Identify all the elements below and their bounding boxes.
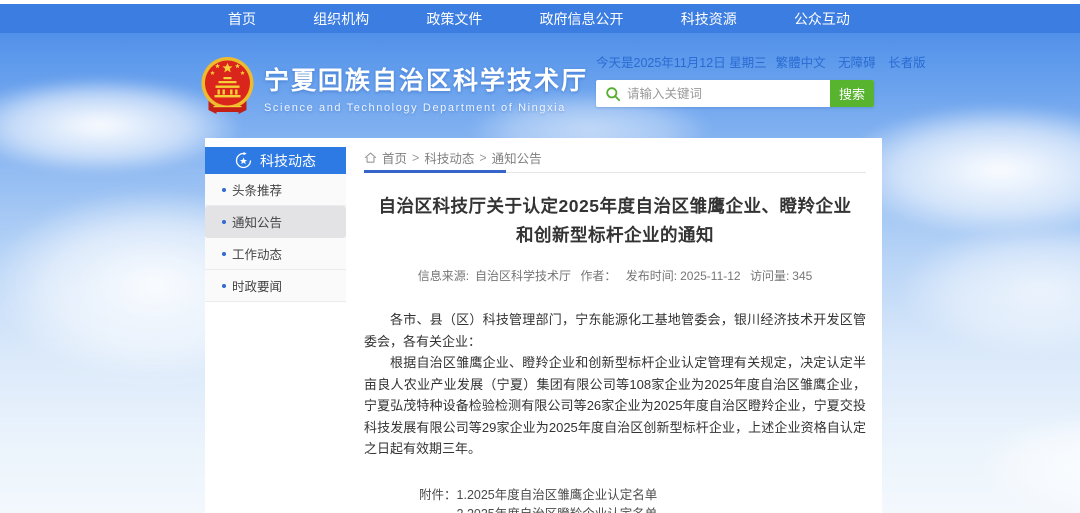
site-title: 宁夏回族自治区科学技术厅 [264, 61, 588, 97]
content-panel: 科技动态 头条推荐 通知公告 工作动态 时政要闻 [205, 138, 882, 513]
attachments: 附件： 1.2025年度自治区雏鹰企业认定名单 2.2025年度自治区瞪羚企业认… [419, 486, 866, 513]
breadcrumb-divider-accent [364, 170, 506, 173]
attachments-label: 附件： [419, 486, 457, 513]
national-emblem-icon [200, 56, 255, 118]
meta-source-label: 信息来源: [418, 269, 469, 283]
bullet-icon [222, 284, 226, 288]
meta-author-label: 作者： [580, 269, 616, 283]
link-senior-version[interactable]: 长者版 [888, 56, 926, 70]
sidebar-menu: 头条推荐 通知公告 工作动态 时政要闻 [205, 174, 346, 302]
sidebar-title: 科技动态 [260, 151, 316, 171]
search-button[interactable]: 搜索 [830, 80, 874, 107]
breadcrumb-tech-news[interactable]: 科技动态 [424, 148, 474, 167]
link-accessibility[interactable]: 无障碍 [838, 56, 876, 70]
meta-time: 2025-11-12 [680, 269, 741, 283]
nav-item-government-info[interactable]: 政府信息公开 [540, 9, 624, 29]
breadcrumb-home[interactable]: 首页 [382, 148, 407, 167]
article-title-line1: 自治区科技厅关于认定2025年度自治区雏鹰企业、瞪羚企业 [379, 196, 852, 216]
article-area: 首页 > 科技动态 > 通知公告 自治区科技厅关于认定2025年度自治区雏鹰企业… [346, 138, 882, 513]
sidebar-header: 科技动态 [205, 147, 346, 174]
site-subtitle: Science and Technology Department of Nin… [264, 102, 588, 114]
breadcrumb-separator: > [479, 151, 486, 165]
search-input[interactable] [627, 80, 830, 107]
breadcrumb-divider [364, 172, 866, 173]
article-meta: 信息来源: 自治区科学技术厅 作者： 发布时间:2025-11-12 访问量:34… [364, 267, 866, 284]
current-date: 今天是2025年11月12日 星期三 [596, 52, 767, 71]
bullet-icon [222, 188, 226, 192]
breadcrumb: 首页 > 科技动态 > 通知公告 [364, 149, 866, 166]
sidebar-item-label: 时政要闻 [232, 276, 282, 295]
link-traditional-chinese[interactable]: 繁體中文 [776, 56, 826, 70]
sidebar: 科技动态 头条推荐 通知公告 工作动态 时政要闻 [205, 138, 346, 513]
bullet-icon [222, 220, 226, 224]
nav-item-policy-documents[interactable]: 政策文件 [426, 9, 482, 29]
search-icon [596, 86, 627, 102]
nav-items: 首页 组织机构 政策文件 政府信息公开 科技资源 公众互动 [228, 4, 850, 33]
attachment-link-1[interactable]: 1.2025年度自治区雏鹰企业认定名单 [457, 486, 695, 505]
paragraph: 根据自治区雏鹰企业、瞪羚企业和创新型标杆企业认定管理有关规定，决定认定半亩良人农… [364, 352, 866, 460]
attachments-list: 1.2025年度自治区雏鹰企业认定名单 2.2025年度自治区瞪羚企业认定名单 … [457, 486, 695, 513]
article-body: 各市、县（区）科技管理部门，宁东能源化工基地管委会，银川经济技术开发区管委会，各… [364, 309, 866, 460]
attachment-link-2[interactable]: 2.2025年度自治区瞪羚企业认定名单 [457, 505, 695, 513]
sidebar-item-work-updates[interactable]: 工作动态 [205, 238, 346, 270]
nav-item-organization[interactable]: 组织机构 [313, 9, 369, 29]
brand: 宁夏回族自治区科学技术厅 Science and Technology Depa… [200, 56, 588, 118]
nav-item-tech-resources[interactable]: 科技资源 [681, 9, 737, 29]
meta-source: 自治区科学技术厅 [475, 269, 571, 283]
top-navbar: 首页 组织机构 政策文件 政府信息公开 科技资源 公众互动 [0, 4, 1080, 33]
cloud-decoration [980, 415, 1080, 513]
meta-visits-label: 访问量: [750, 269, 789, 283]
cloud-decoration [900, 225, 1080, 355]
nav-item-home[interactable]: 首页 [228, 9, 256, 29]
meta-time-label: 发布时间: [626, 269, 677, 283]
sidebar-item-label: 通知公告 [232, 212, 282, 231]
paragraph: 各市、县（区）科技管理部门，宁东能源化工基地管委会，银川经济技术开发区管委会，各… [364, 309, 866, 352]
sidebar-item-label: 头条推荐 [232, 180, 282, 199]
article-title: 自治区科技厅关于认定2025年度自治区雏鹰企业、瞪羚企业 和创新型标杆企业的通知 [364, 192, 866, 250]
date-row: 今天是2025年11月12日 星期三 繁體中文 无障碍 长者版 [596, 52, 874, 71]
site-header: 宁夏回族自治区科学技术厅 Science and Technology Depa… [0, 40, 1080, 136]
header-right: 今天是2025年11月12日 星期三 繁體中文 无障碍 长者版 搜索 [596, 52, 874, 107]
bullet-icon [222, 252, 226, 256]
meta-visits: 345 [792, 269, 812, 283]
sidebar-item-notices[interactable]: 通知公告 [205, 206, 346, 238]
breadcrumb-separator: > [412, 151, 419, 165]
home-icon [364, 151, 377, 164]
nav-item-public-interaction[interactable]: 公众互动 [794, 9, 850, 29]
breadcrumb-notices[interactable]: 通知公告 [492, 148, 542, 167]
search-box: 搜索 [596, 80, 874, 107]
sidebar-item-headlines[interactable]: 头条推荐 [205, 174, 346, 206]
star-circle-icon [235, 152, 252, 169]
utility-links: 繁體中文 无障碍 长者版 [767, 52, 926, 71]
sidebar-item-current-affairs[interactable]: 时政要闻 [205, 270, 346, 302]
sidebar-item-label: 工作动态 [232, 244, 282, 263]
brand-text: 宁夏回族自治区科学技术厅 Science and Technology Depa… [264, 61, 588, 114]
page: 首页 组织机构 政策文件 政府信息公开 科技资源 公众互动 [0, 0, 1080, 513]
article-title-line2: 和创新型标杆企业的通知 [516, 225, 714, 245]
